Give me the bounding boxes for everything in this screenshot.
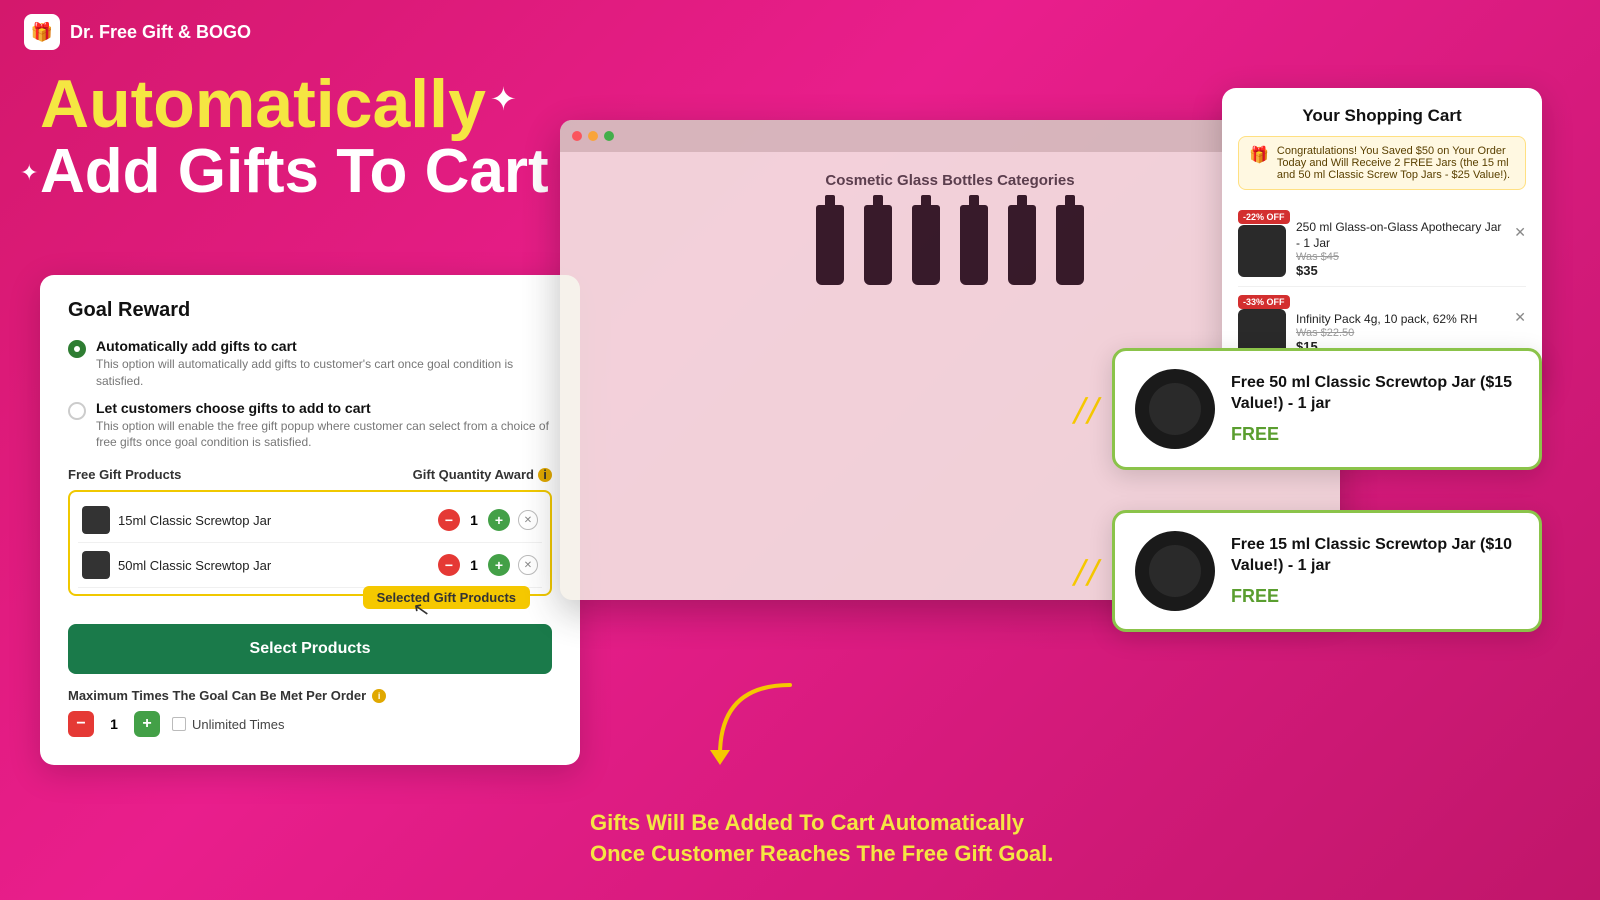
dashes-1: ╱╱ — [1074, 398, 1101, 424]
bottle-3 — [912, 205, 940, 285]
product-row-2: 50ml Classic Screwtop Jar − 1 + ✕ — [78, 543, 542, 588]
max-info-icon: i — [372, 689, 386, 703]
gift-jar-inner-15ml — [1149, 545, 1201, 597]
qty-info-icon: i — [538, 468, 552, 482]
app-title: Dr. Free Gift & BOGO — [70, 22, 251, 43]
gift-free-50ml: FREE — [1231, 424, 1519, 445]
bottle-2 — [864, 205, 892, 285]
cart-item-price-1: $35 — [1296, 263, 1504, 278]
cart-thumb-1 — [1238, 225, 1286, 277]
qty-control-2: − 1 + — [438, 554, 510, 576]
cart-item-remove-1[interactable]: ✕ — [1514, 224, 1526, 241]
app-logo: 🎁 — [24, 14, 60, 50]
gift-info-15ml: Free 15 ml Classic Screwtop Jar ($10 Val… — [1231, 535, 1519, 608]
congrats-icon: 🎁 — [1249, 145, 1269, 165]
products-header: Free Gift Products Gift Quantity Award i — [68, 467, 552, 482]
radio-customer-choose[interactable] — [68, 402, 86, 420]
cart-item-name-2: Infinity Pack 4g, 10 pack, 62% RH — [1296, 312, 1504, 328]
option-auto-add[interactable]: Automatically add gifts to cart This opt… — [68, 338, 552, 390]
gift-free-15ml: FREE — [1231, 586, 1519, 607]
cart-badge-2: -33% OFF — [1238, 295, 1290, 309]
max-times-controls: − 1 + Unlimited Times — [68, 711, 552, 737]
bottom-text-content: Gifts Will Be Added To Cart Automaticall… — [590, 810, 1053, 866]
select-products-button[interactable]: Select Products — [68, 624, 552, 674]
max-times-label: Maximum Times The Goal Can Be Met Per Or… — [68, 688, 552, 703]
option-choose-label: Let customers choose gifts to add to car… — [96, 400, 552, 416]
option-auto-desc: This option will automatically add gifts… — [96, 356, 552, 390]
browser-minimize-dot — [588, 131, 598, 141]
cart-item-was-2: Was $22.50 — [1296, 327, 1504, 339]
gift-card-15ml: Free 15 ml Classic Screwtop Jar ($10 Val… — [1112, 510, 1542, 632]
option-choose-desc: This option will enable the free gift po… — [96, 418, 552, 452]
cart-badge-1: -22% OFF — [1238, 210, 1290, 224]
max-qty-num: 1 — [106, 716, 122, 732]
header: 🎁 Dr. Free Gift & BOGO — [0, 0, 1600, 64]
product-name-1: 15ml Classic Screwtop Jar — [118, 513, 430, 528]
cart-item-info-1: 250 ml Glass-on-Glass Apothecary Jar - 1… — [1296, 220, 1504, 278]
gift-qty-label: Gift Quantity Award i — [413, 467, 552, 482]
gift-qty-text: Gift Quantity Award — [413, 467, 534, 482]
browser-bottles-row — [816, 205, 1084, 285]
max-times-section: Maximum Times The Goal Can Be Met Per Or… — [68, 688, 552, 737]
congrats-text: Congratulations! You Saved $50 on Your O… — [1277, 145, 1515, 181]
gift-name-50ml: Free 50 ml Classic Screwtop Jar ($15 Val… — [1231, 373, 1519, 415]
qty-plus-2[interactable]: + — [488, 554, 510, 576]
star-decoration-left: ✦ — [20, 160, 38, 186]
browser-page-title: Cosmetic Glass Bottles Categories — [825, 172, 1074, 189]
hero-line2: Add Gifts To Cart — [40, 138, 549, 206]
selected-gift-badge: Selected Gift Products — [363, 586, 530, 609]
gift-card-50ml: Free 50 ml Classic Screwtop Jar ($15 Val… — [1112, 348, 1542, 470]
bottom-text: Gifts Will Be Added To Cart Automaticall… — [590, 808, 1540, 870]
qty-minus-1[interactable]: − — [438, 509, 460, 531]
qty-minus-2[interactable]: − — [438, 554, 460, 576]
bottle-4 — [960, 205, 988, 285]
product-row-1: 15ml Classic Screwtop Jar − 1 + ✕ — [78, 498, 542, 543]
product-thumb-1 — [82, 506, 110, 534]
max-plus-btn[interactable]: + — [134, 711, 160, 737]
cart-item-remove-2[interactable]: ✕ — [1514, 309, 1526, 326]
cart-item-1: -22% OFF 250 ml Glass-on-Glass Apothecar… — [1238, 202, 1526, 287]
cart-title: Your Shopping Cart — [1238, 106, 1526, 126]
cart-congrats-banner: 🎁 Congratulations! You Saved $50 on Your… — [1238, 136, 1526, 190]
max-minus-btn[interactable]: − — [68, 711, 94, 737]
unlimited-label: Unlimited Times — [192, 717, 284, 732]
qty-num-1: 1 — [466, 512, 482, 528]
goal-card-title: Goal Reward — [68, 299, 552, 322]
goal-reward-card: Goal Reward Automatically add gifts to c… — [40, 275, 580, 765]
product-name-2: 50ml Classic Screwtop Jar — [118, 558, 430, 573]
qty-control-1: − 1 + — [438, 509, 510, 531]
bottle-6 — [1056, 205, 1084, 285]
radio-auto-add[interactable] — [68, 340, 86, 358]
option-auto-label: Automatically add gifts to cart — [96, 338, 552, 354]
browser-expand-dot — [604, 131, 614, 141]
browser-close-dot — [572, 131, 582, 141]
gift-info-50ml: Free 50 ml Classic Screwtop Jar ($15 Val… — [1231, 373, 1519, 446]
cart-item-name-1: 250 ml Glass-on-Glass Apothecary Jar - 1… — [1296, 220, 1504, 251]
hero-section: Automatically Add Gifts To Cart — [40, 70, 549, 206]
delete-product-2[interactable]: ✕ — [518, 555, 538, 575]
gift-jar-inner-50ml — [1149, 383, 1201, 435]
hero-line1: Automatically — [40, 70, 549, 138]
option-customer-choose[interactable]: Let customers choose gifts to add to car… — [68, 400, 552, 452]
free-gift-products-label: Free Gift Products — [68, 467, 181, 482]
unlimited-times-option[interactable]: Unlimited Times — [172, 717, 284, 732]
qty-plus-1[interactable]: + — [488, 509, 510, 531]
cart-item-was-1: Was $45 — [1296, 251, 1504, 263]
products-table: 15ml Classic Screwtop Jar − 1 + ✕ 50ml C… — [68, 490, 552, 596]
dashes-2: ╱╱ — [1074, 560, 1101, 586]
qty-num-2: 1 — [466, 557, 482, 573]
gift-jar-15ml — [1135, 531, 1215, 611]
shopping-cart-panel: Your Shopping Cart 🎁 Congratulations! Yo… — [1222, 88, 1542, 388]
bottle-5 — [1008, 205, 1036, 285]
bottle-1 — [816, 205, 844, 285]
unlimited-checkbox[interactable] — [172, 717, 186, 731]
arrow-decoration — [700, 675, 820, 780]
gift-name-15ml: Free 15 ml Classic Screwtop Jar ($10 Val… — [1231, 535, 1519, 577]
delete-product-1[interactable]: ✕ — [518, 510, 538, 530]
gift-jar-50ml — [1135, 369, 1215, 449]
product-thumb-2 — [82, 551, 110, 579]
